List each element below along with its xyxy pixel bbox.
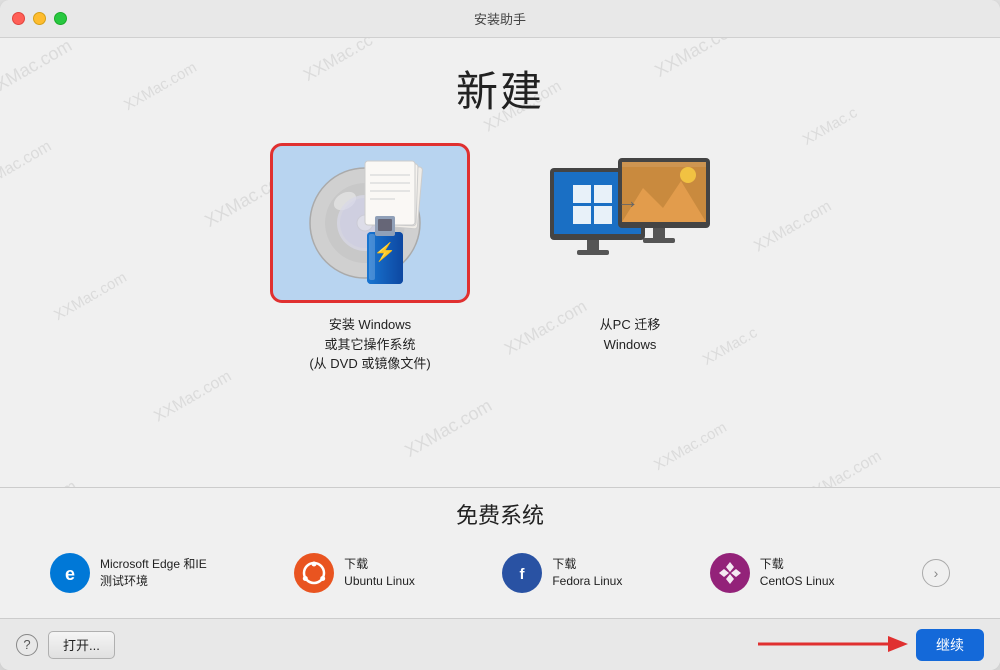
svg-text:f: f — [520, 566, 526, 583]
toolbar: ? 打开... 继续 — [0, 618, 1000, 670]
ubuntu-icon — [294, 553, 334, 593]
free-item-edge[interactable]: e Microsoft Edge 和IE 测试环境 — [50, 553, 207, 593]
migrate-svg: → — [545, 153, 715, 293]
toolbar-left: ? 打开... — [16, 631, 115, 659]
free-item-centos[interactable]: 下载 CentOS Linux — [710, 553, 835, 593]
new-section-title: 新建 — [456, 58, 544, 119]
edge-text: Microsoft Edge 和IE 测试环境 — [100, 556, 207, 590]
centos-icon — [710, 553, 750, 593]
install-windows-label: 安装 Windows 或其它操作系统 (从 DVD 或镜像文件) — [309, 315, 430, 374]
migrate-icon-wrap: → — [530, 143, 730, 303]
edge-icon: e — [50, 553, 90, 593]
fedora-icon: f — [502, 553, 542, 593]
install-windows-icon-wrap: ⚡ — [270, 143, 470, 303]
next-arrow[interactable]: › — [922, 559, 950, 587]
open-button[interactable]: 打开... — [48, 631, 115, 659]
help-button[interactable]: ? — [16, 634, 38, 656]
free-item-fedora[interactable]: f 下载 Fedora Linux — [502, 553, 622, 593]
fedora-text: 下载 Fedora Linux — [552, 556, 622, 590]
install-windows-svg: ⚡ — [295, 158, 445, 288]
bottom-section: 免费系统 e Microsoft Edge 和IE 测试环境 — [0, 488, 1000, 618]
maximize-button[interactable] — [54, 12, 67, 25]
options-row: ⚡ — [270, 143, 730, 374]
fedora-logo: f — [509, 560, 535, 586]
edge-logo: e — [57, 560, 83, 586]
app-window: 安装助手 XXMac.com XXMac.com XXMac.cc XXMac.… — [0, 0, 1000, 670]
ubuntu-logo — [301, 560, 327, 586]
free-item-ubuntu[interactable]: 下载 Ubuntu Linux — [294, 553, 415, 593]
top-section: 新建 — [0, 38, 1000, 487]
ubuntu-text: 下载 Ubuntu Linux — [344, 556, 415, 590]
centos-text: 下载 CentOS Linux — [760, 556, 835, 590]
svg-text:⚡: ⚡ — [374, 241, 396, 263]
minimize-button[interactable] — [33, 12, 46, 25]
window-title: 安装助手 — [474, 9, 526, 28]
close-button[interactable] — [12, 12, 25, 25]
svg-text:e: e — [65, 564, 75, 584]
svg-text:→: → — [617, 188, 639, 213]
main-content: XXMac.com XXMac.com XXMac.cc XXMac.com X… — [0, 38, 1000, 618]
continue-button[interactable]: 继续 — [916, 629, 984, 661]
centos-logo — [717, 560, 743, 586]
install-windows-option[interactable]: ⚡ — [270, 143, 470, 374]
free-systems-row: e Microsoft Edge 和IE 测试环境 — [50, 538, 950, 618]
traffic-lights — [12, 12, 67, 25]
free-section-title: 免费系统 — [50, 488, 950, 538]
titlebar: 安装助手 — [0, 0, 1000, 38]
arrow-annotation — [758, 624, 918, 664]
migrate-option[interactable]: → 从PC 迁移 Windows — [530, 143, 730, 354]
migrate-label: 从PC 迁移 Windows — [600, 315, 661, 354]
